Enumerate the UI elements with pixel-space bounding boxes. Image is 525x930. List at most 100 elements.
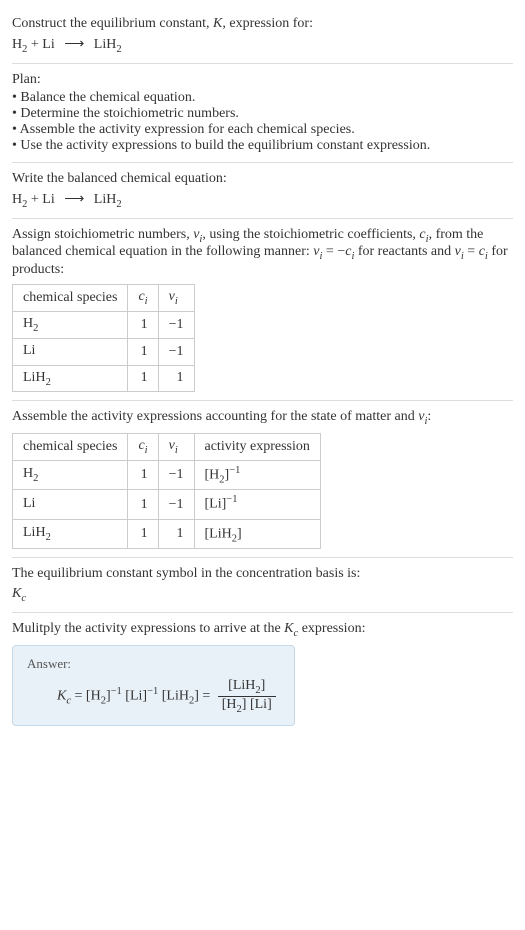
cell-nui: −1 xyxy=(158,338,194,365)
stoich-text2: , using the stoichiometric coefficients, xyxy=(202,227,419,242)
plan-list: Balance the chemical equation. Determine… xyxy=(12,90,513,154)
plan-item: Balance the chemical equation. xyxy=(12,90,513,106)
symbol-kc: Kc xyxy=(12,586,513,604)
cell-ci: 1 xyxy=(128,519,158,548)
num-l: [LiH xyxy=(228,678,255,693)
arrow-icon: ⟶ xyxy=(64,191,84,208)
balanced-equation: H2 + Li ⟶ LiH2 xyxy=(12,191,513,210)
activity-text2: : xyxy=(427,409,431,424)
header-species: chemical species xyxy=(13,434,128,461)
multiply-text1: Mulitply the activity expressions to arr… xyxy=(12,621,284,636)
answer-box: Answer: Kc = [H2]−1 [Li]−1 [LiH2] = [LiH… xyxy=(12,645,295,726)
activity-text: Assemble the activity expressions accoun… xyxy=(12,409,513,427)
species-sub: 2 xyxy=(46,532,51,543)
num-r: ] xyxy=(261,678,266,693)
plan-title: Plan: xyxy=(12,72,513,88)
species-sub: 2 xyxy=(46,376,51,387)
stoich-text4: for reactants and xyxy=(354,244,454,259)
answer-label: Answer: xyxy=(27,656,280,672)
cell-ci: 1 xyxy=(128,311,158,338)
cell-activity: [LiH2] xyxy=(194,519,320,548)
intro-text: Construct the equilibrium constant, xyxy=(12,16,213,31)
t2-sup: −1 xyxy=(147,686,158,697)
cell-species: LiH2 xyxy=(13,365,128,392)
eq-sign: = xyxy=(71,688,86,703)
den-r1: ] xyxy=(242,697,250,712)
cell-ci: 1 xyxy=(128,365,158,392)
act-r: ] xyxy=(237,527,242,542)
eq-h2: H xyxy=(12,37,22,52)
cell-species: Li xyxy=(13,490,128,519)
table-header-row: chemical species ci νi activity expressi… xyxy=(13,434,321,461)
cell-nui: 1 xyxy=(158,519,194,548)
cell-ci: 1 xyxy=(128,490,158,519)
species-text: H xyxy=(23,316,33,331)
rel2-eq: = xyxy=(464,244,479,259)
kc-k: K xyxy=(284,621,293,636)
multiply-section: Mulitply the activity expressions to arr… xyxy=(12,613,513,733)
eq-plus: + Li xyxy=(27,37,58,52)
cell-activity: [H2]−1 xyxy=(194,460,320,489)
t3-l: [LiH xyxy=(158,688,189,703)
header-ci: ci xyxy=(128,285,158,312)
symbol-section: The equilibrium constant symbol in the c… xyxy=(12,558,513,613)
act-l: [Li xyxy=(205,497,222,512)
t2-l: [Li] xyxy=(122,688,147,703)
activity-table: chemical species ci νi activity expressi… xyxy=(12,433,321,549)
cell-nui: −1 xyxy=(158,460,194,489)
intro-equation: H2 + Li ⟶ LiH2 xyxy=(12,36,513,55)
header-activity: activity expression xyxy=(194,434,320,461)
table-header-row: chemical species ci νi xyxy=(13,285,195,312)
t1-l: [H xyxy=(86,688,101,703)
t1-sup: −1 xyxy=(111,686,122,697)
table-row: Li 1 −1 xyxy=(13,338,195,365)
stoich-table: chemical species ci νi H2 1 −1 Li 1 −1 L… xyxy=(12,284,195,392)
kc-k: K xyxy=(12,586,21,601)
intro-section: Construct the equilibrium constant, K, e… xyxy=(12,8,513,64)
eq-plus: + Li xyxy=(27,192,58,207)
plan-item: Assemble the activity expression for eac… xyxy=(12,122,513,138)
header-species: chemical species xyxy=(13,285,128,312)
den-l2: [Li] xyxy=(250,697,272,712)
stoich-section: Assign stoichiometric numbers, νi, using… xyxy=(12,219,513,402)
eq-lih2: LiH xyxy=(90,192,116,207)
symbol-text: The equilibrium constant symbol in the c… xyxy=(12,566,513,582)
intro-prompt: Construct the equilibrium constant, K, e… xyxy=(12,16,513,32)
act-l: [H xyxy=(205,468,220,483)
table-row: H2 1 −1 [H2]−1 xyxy=(13,460,321,489)
ci-label-sub: i xyxy=(145,445,148,456)
stoich-text: Assign stoichiometric numbers, νi, using… xyxy=(12,227,513,279)
species-text: H xyxy=(23,466,33,481)
stoich-text1: Assign stoichiometric numbers, xyxy=(12,227,193,242)
balanced-title: Write the balanced chemical equation: xyxy=(12,171,513,187)
cell-species: H2 xyxy=(13,311,128,338)
answer-expression: Kc = [H2]−1 [Li]−1 [LiH2] = [LiH2] [H2] … xyxy=(27,678,280,715)
eq-h2: H xyxy=(12,192,22,207)
activity-section: Assemble the activity expressions accoun… xyxy=(12,401,513,558)
plan-item: Use the activity expressions to build th… xyxy=(12,138,513,154)
act-l: [LiH xyxy=(205,527,232,542)
species-text: LiH xyxy=(23,525,46,540)
balanced-section: Write the balanced chemical equation: H 2… xyxy=(12,163,513,219)
eq-lih2-sub: 2 xyxy=(116,44,121,55)
plan-item: Determine the stoichiometric numbers. xyxy=(12,106,513,122)
eq-lih2: LiH xyxy=(90,37,116,52)
species-text: Li xyxy=(23,496,35,511)
header-nui: νi xyxy=(158,434,194,461)
table-row: H2 1 −1 xyxy=(13,311,195,338)
t3-r: ] = xyxy=(194,688,214,703)
table-row: LiH2 1 1 [LiH2] xyxy=(13,519,321,548)
den-l1: [H xyxy=(222,697,237,712)
fraction-numerator: [LiH2] xyxy=(218,678,276,697)
cell-ci: 1 xyxy=(128,338,158,365)
nui-label-sub: i xyxy=(175,445,178,456)
cell-nui: −1 xyxy=(158,490,194,519)
multiply-text: Mulitply the activity expressions to arr… xyxy=(12,621,513,639)
species-sub: 2 xyxy=(33,323,38,334)
fraction-denominator: [H2] [Li] xyxy=(218,697,276,715)
table-row: LiH2 1 1 xyxy=(13,365,195,392)
eq-lih2-sub: 2 xyxy=(116,199,121,210)
arrow-icon: ⟶ xyxy=(64,36,84,53)
intro-K: K xyxy=(213,16,222,31)
species-text: LiH xyxy=(23,370,46,385)
